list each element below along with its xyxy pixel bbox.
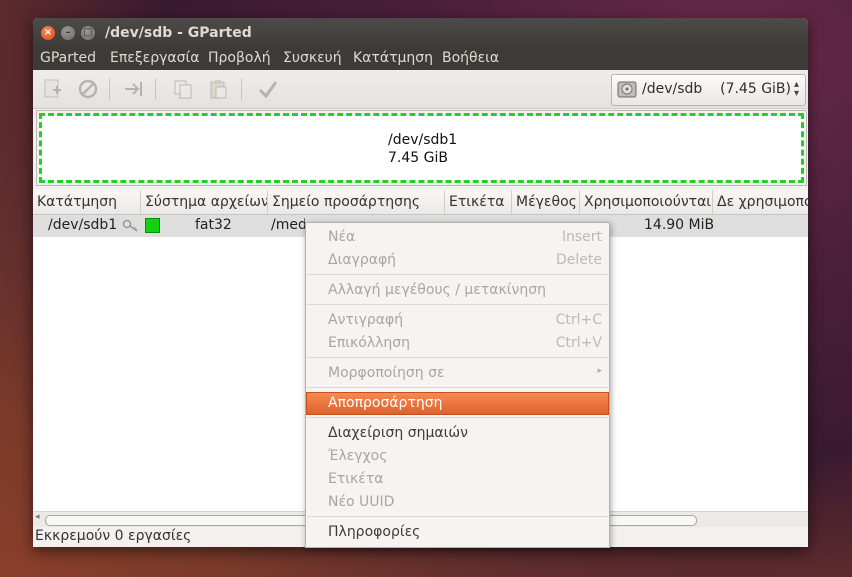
scroll-left-icon[interactable]: ◂ bbox=[35, 512, 40, 522]
graph-partition-size: 7.45 GiB bbox=[388, 150, 448, 166]
menu-help[interactable]: Βοήθεια bbox=[442, 50, 499, 66]
menu-item-new-uuid-label: Νέο UUID bbox=[328, 494, 395, 510]
column-size[interactable]: Μέγεθος bbox=[512, 190, 580, 214]
menu-separator bbox=[307, 387, 608, 388]
copy-icon[interactable] bbox=[172, 78, 194, 100]
menu-item-paste-label: Επικόλληση bbox=[328, 335, 411, 351]
menu-item-unmount[interactable]: Αποπροσάρτηση bbox=[306, 392, 609, 415]
column-mount-point[interactable]: Σημείο προσάρτησης bbox=[268, 190, 445, 214]
window-title: /dev/sdb - GParted bbox=[105, 25, 252, 41]
menu-item-delete-shortcut: Delete bbox=[556, 252, 602, 268]
menu-item-manage-flags-label: Διαχείριση σημαιών bbox=[328, 425, 468, 441]
menu-item-delete[interactable]: Διαγραφή Delete bbox=[306, 249, 609, 272]
key-icon bbox=[122, 219, 138, 232]
device-selector[interactable]: /dev/sdb (7.45 GiB) ▴ ▾ bbox=[611, 74, 806, 106]
menu-device[interactable]: Συσκευή bbox=[283, 50, 342, 66]
device-selector-label: /dev/sdb (7.45 GiB) bbox=[642, 81, 791, 97]
menu-item-new-uuid[interactable]: Νέο UUID bbox=[306, 491, 609, 514]
cell-partition: /dev/sdb1 bbox=[48, 217, 118, 233]
menu-separator bbox=[307, 274, 608, 275]
toolbar-separator bbox=[109, 78, 110, 100]
maximize-window-button[interactable]: □ bbox=[81, 26, 95, 40]
menu-separator bbox=[307, 357, 608, 358]
new-icon[interactable] bbox=[42, 78, 64, 100]
menu-item-copy[interactable]: Αντιγραφή Ctrl+C bbox=[306, 309, 609, 332]
pending-operations-text: Εκκρεμούν 0 εργασίες bbox=[35, 528, 192, 544]
submenu-arrow-icon: ▸ bbox=[597, 366, 602, 376]
column-label[interactable]: Ετικέτα bbox=[445, 190, 512, 214]
menu-item-new-shortcut: Insert bbox=[561, 229, 602, 245]
menu-item-information-label: Πληροφορίες bbox=[328, 524, 421, 540]
chevron-up-down-icon: ▴ ▾ bbox=[793, 79, 799, 99]
minimize-window-button[interactable]: – bbox=[61, 26, 75, 40]
toolbar: /dev/sdb (7.45 GiB) ▴ ▾ bbox=[33, 70, 808, 109]
column-used[interactable]: Χρησιμοποιούνται bbox=[580, 190, 713, 214]
menu-gparted[interactable]: GParted bbox=[40, 50, 96, 66]
menu-item-information[interactable]: Πληροφορίες bbox=[306, 521, 609, 544]
paste-icon[interactable] bbox=[207, 78, 229, 100]
column-filesystem[interactable]: Σύστημα αρχείων bbox=[141, 190, 268, 214]
menu-separator bbox=[307, 304, 608, 305]
menu-item-format-label: Μορφοποίηση σε bbox=[328, 365, 445, 381]
menu-item-label-label: Ετικέτα bbox=[328, 471, 384, 487]
menu-separator bbox=[307, 516, 608, 517]
cell-filesystem: fat32 bbox=[195, 217, 232, 233]
menu-item-delete-label: Διαγραφή bbox=[328, 252, 397, 268]
toolbar-separator bbox=[241, 78, 242, 100]
title-bar[interactable]: × – □ /dev/sdb - GParted bbox=[33, 18, 808, 48]
disk-partition-graph[interactable]: /dev/sdb1 7.45 GiB bbox=[36, 110, 807, 186]
menu-item-label[interactable]: Ετικέτα bbox=[306, 468, 609, 491]
filesystem-color-swatch bbox=[145, 218, 160, 233]
graph-partition-name: /dev/sdb1 bbox=[388, 132, 458, 148]
menu-separator bbox=[307, 417, 608, 418]
menu-item-new[interactable]: Νέα Insert bbox=[306, 226, 609, 249]
menu-edit[interactable]: Επεξεργασία bbox=[110, 50, 199, 66]
menu-item-paste[interactable]: Επικόλληση Ctrl+V bbox=[306, 332, 609, 355]
menu-item-check[interactable]: Έλεγχος bbox=[306, 445, 609, 468]
toolbar-separator bbox=[155, 78, 156, 100]
menu-bar: GParted Επεξεργασία Προβολή Συσκευή Κατά… bbox=[33, 48, 808, 70]
menu-item-new-label: Νέα bbox=[328, 229, 356, 245]
partition-context-menu: Νέα Insert Διαγραφή Delete Αλλαγή μεγέθο… bbox=[305, 222, 610, 548]
cell-mount-point: /media/... bbox=[271, 217, 305, 233]
menu-item-paste-shortcut: Ctrl+V bbox=[555, 335, 602, 351]
partition-table-header: Κατάτμηση Σύστημα αρχείων Σημείο προσάρτ… bbox=[33, 190, 808, 215]
menu-item-unmount-label: Αποπροσάρτηση bbox=[328, 395, 443, 411]
hard-disk-icon bbox=[617, 81, 637, 98]
apply-icon[interactable] bbox=[257, 78, 279, 100]
menu-item-resize-move[interactable]: Αλλαγή μεγέθους / μετακίνηση bbox=[306, 279, 609, 302]
menu-view[interactable]: Προβολή bbox=[208, 50, 271, 66]
menu-item-manage-flags[interactable]: Διαχείριση σημαιών bbox=[306, 422, 609, 445]
menu-item-resize-label: Αλλαγή μεγέθους / μετακίνηση bbox=[328, 282, 546, 298]
menu-item-copy-label: Αντιγραφή bbox=[328, 312, 404, 328]
delete-icon[interactable] bbox=[77, 78, 99, 100]
cell-used: 14.90 MiB bbox=[644, 217, 715, 233]
menu-item-check-label: Έλεγχος bbox=[328, 448, 388, 464]
column-partition[interactable]: Κατάτμηση bbox=[33, 190, 141, 214]
resize-move-icon[interactable] bbox=[123, 78, 145, 100]
menu-item-copy-shortcut: Ctrl+C bbox=[555, 312, 602, 328]
close-window-button[interactable]: × bbox=[41, 26, 55, 40]
menu-partition[interactable]: Κατάτμηση bbox=[353, 50, 433, 66]
menu-item-format[interactable]: Μορφοποίηση σε ▸ bbox=[306, 362, 609, 385]
column-unused[interactable]: Δε χρησιμοποιούνται bbox=[713, 190, 808, 214]
